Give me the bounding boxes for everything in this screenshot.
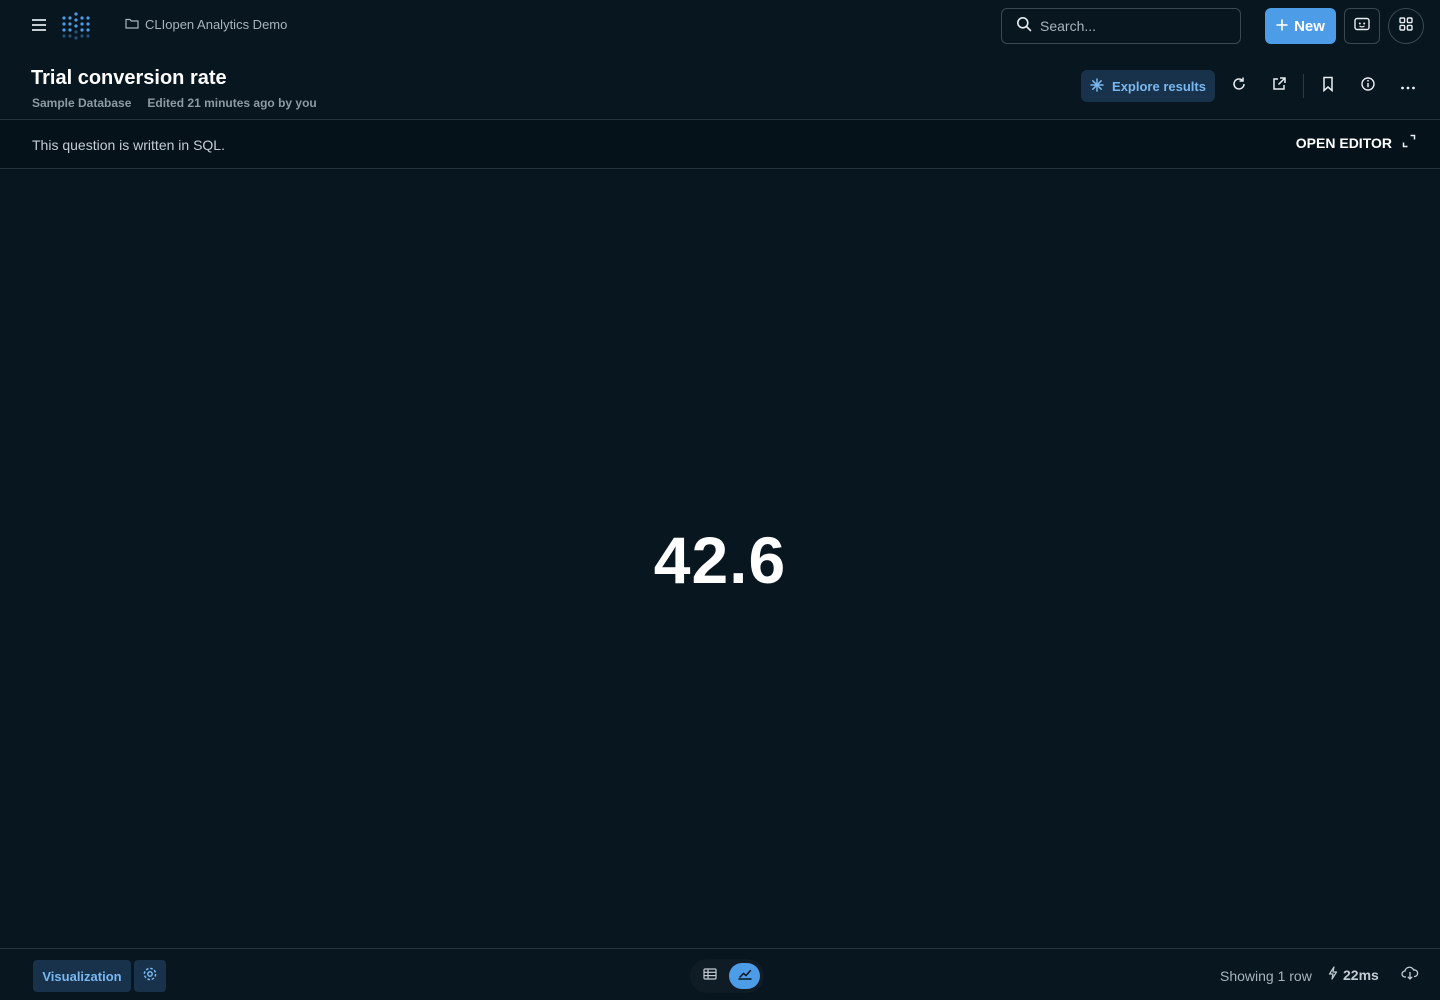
sparkle-icon bbox=[1090, 77, 1104, 95]
question-header: Trial conversion rate Sample Database Ed… bbox=[0, 52, 1440, 119]
footer-bar: Visualization Showing 1 row 22ms bbox=[0, 948, 1440, 1000]
open-editor-button[interactable]: OPEN EDITOR bbox=[1296, 134, 1416, 151]
explore-results-label: Explore results bbox=[1112, 78, 1206, 94]
metabot-chat-button[interactable] bbox=[1344, 8, 1380, 44]
line-chart-icon bbox=[737, 967, 752, 985]
more-options-button[interactable] bbox=[1396, 74, 1420, 98]
app-logo-icon[interactable] bbox=[60, 10, 92, 42]
search-input[interactable] bbox=[1040, 18, 1220, 34]
explore-results-button[interactable]: Explore results bbox=[1081, 70, 1215, 102]
folder-icon bbox=[125, 17, 139, 32]
expand-icon bbox=[1402, 134, 1416, 151]
question-title[interactable]: Trial conversion rate bbox=[31, 67, 227, 90]
search-icon bbox=[1016, 16, 1032, 37]
chart-view-toggle[interactable] bbox=[729, 963, 760, 989]
top-navbar: CLIopen Analytics Demo New bbox=[0, 0, 1440, 52]
new-button-label: New bbox=[1294, 17, 1325, 35]
bookmark-icon bbox=[1322, 76, 1334, 97]
share-button[interactable] bbox=[1267, 74, 1291, 98]
view-mode-toggle bbox=[690, 959, 764, 993]
edited-info[interactable]: Edited 21 minutes ago by you bbox=[147, 96, 316, 110]
visualization-settings-button[interactable] bbox=[134, 960, 166, 992]
sql-notice-text: This question is written in SQL. bbox=[32, 137, 225, 153]
row-count: Showing 1 row bbox=[1220, 968, 1312, 984]
scalar-visualization: 42.6 bbox=[0, 170, 1440, 948]
info-icon bbox=[1360, 76, 1376, 97]
refresh-button[interactable] bbox=[1227, 74, 1251, 98]
app-root: CLIopen Analytics Demo New Trial bbox=[0, 0, 1440, 1000]
download-results-button[interactable] bbox=[1400, 965, 1420, 985]
apps-button[interactable] bbox=[1388, 8, 1424, 44]
ellipsis-icon bbox=[1400, 77, 1416, 95]
table-view-toggle[interactable] bbox=[694, 963, 725, 989]
native-query-bar: This question is written in SQL. OPEN ED… bbox=[0, 119, 1440, 169]
timing-value: 22ms bbox=[1343, 966, 1379, 983]
open-editor-label: OPEN EDITOR bbox=[1295, 134, 1392, 151]
hamburger-menu-icon[interactable] bbox=[28, 14, 50, 36]
cloud-download-icon bbox=[1401, 966, 1419, 985]
gear-icon bbox=[142, 966, 158, 987]
breadcrumb-label: CLIopen Analytics Demo bbox=[145, 17, 288, 32]
refresh-icon bbox=[1231, 76, 1247, 97]
scalar-value[interactable]: 42.6 bbox=[654, 522, 786, 598]
plus-icon bbox=[1276, 18, 1288, 35]
breadcrumb-collection[interactable]: CLIopen Analytics Demo bbox=[125, 17, 287, 32]
chat-bot-icon bbox=[1354, 17, 1370, 36]
bookmark-button[interactable] bbox=[1316, 74, 1340, 98]
header-divider bbox=[1303, 74, 1304, 98]
new-button[interactable]: New bbox=[1265, 8, 1336, 44]
search-box[interactable] bbox=[1001, 8, 1241, 44]
query-timing: 22ms bbox=[1328, 966, 1379, 983]
info-button[interactable] bbox=[1356, 74, 1380, 98]
visualization-button[interactable]: Visualization bbox=[33, 960, 131, 992]
grid-icon bbox=[1399, 16, 1413, 36]
lightning-icon bbox=[1328, 966, 1338, 983]
question-meta: Sample Database Edited 21 minutes ago by… bbox=[32, 96, 317, 110]
share-icon bbox=[1271, 76, 1287, 97]
table-icon bbox=[702, 967, 717, 985]
database-link[interactable]: Sample Database bbox=[32, 96, 131, 110]
